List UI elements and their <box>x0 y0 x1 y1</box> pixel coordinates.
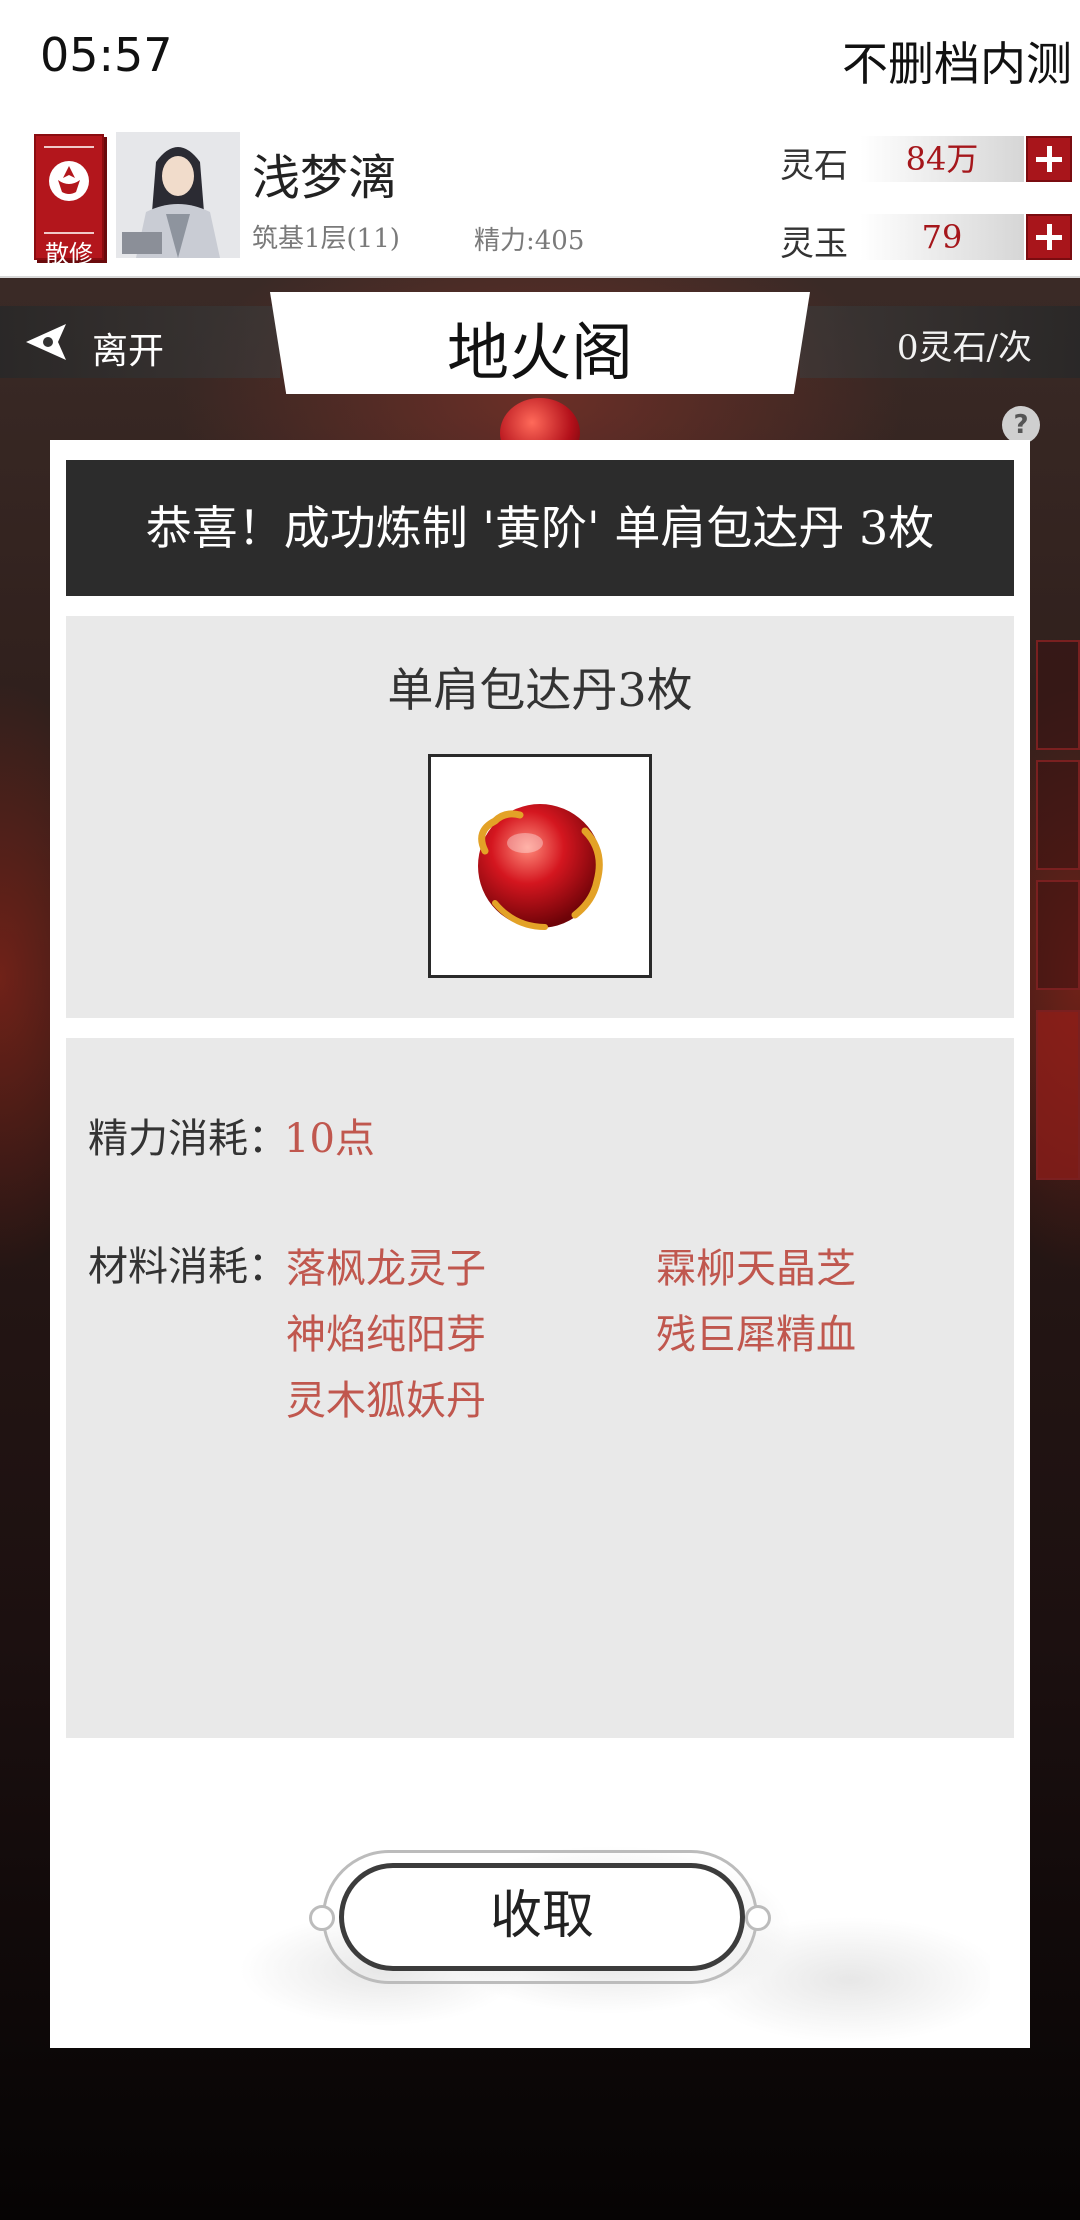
currency-row-spirit-jade: 灵玉 79 <box>780 212 1072 264</box>
success-banner: 恭喜！成功炼制 '黄阶' 单肩包达丹 3枚 <box>66 460 1014 596</box>
add-spirit-jade-button[interactable] <box>1026 214 1072 260</box>
sect-label: 散修 <box>45 240 93 268</box>
avatar[interactable] <box>116 132 240 258</box>
energy-cost-value: 10点 <box>284 1116 375 1162</box>
refine-cost-label: 0灵石/次 <box>896 328 1032 368</box>
title-plate: 地火阁 <box>270 292 810 394</box>
status-time: 05:57 <box>40 28 173 82</box>
add-spirit-stone-button[interactable] <box>1026 136 1072 182</box>
build-label: 不删档内测 <box>842 37 1072 91</box>
materials-label: 材料消耗： <box>88 1244 288 1290</box>
red-pill-icon <box>478 804 603 930</box>
back-arrow-icon <box>26 324 66 360</box>
material-item: 神焰纯阳芽 <box>286 1312 486 1358</box>
refine-result-dialog: 恭喜！成功炼制 '黄阶' 单肩包达丹 3枚 单肩包达丹3枚 精力消耗： 10点 … <box>50 440 1030 2048</box>
sect-emblem-icon <box>49 161 89 201</box>
sect-badge[interactable]: 散修 <box>34 134 104 268</box>
currency-value: 84万 <box>860 136 1024 182</box>
help-icon[interactable]: ? <box>1002 406 1040 444</box>
result-item-name: 单肩包达丹3枚 <box>387 663 693 717</box>
character-portrait <box>116 132 240 258</box>
player-energy: 精力:405 <box>474 226 585 256</box>
material-item: 灵木狐妖丹 <box>286 1378 486 1424</box>
title-bar: 离开 地火阁 0灵石/次 <box>0 292 1080 394</box>
player-realm: 筑基1层(11) <box>252 224 400 254</box>
leave-button[interactable]: 离开 <box>0 306 280 378</box>
currency-row-spirit-stone: 灵石 84万 <box>780 134 1072 186</box>
leave-label: 离开 <box>92 331 165 372</box>
cost-panel: 精力消耗： 10点 材料消耗： 落枫龙灵子 霖柳天晶芝 神焰纯阳芽 残巨犀精血 … <box>66 1038 1014 1738</box>
player-name: 浅梦漓 <box>252 150 397 206</box>
side-tab[interactable] <box>1036 640 1080 750</box>
material-item: 落枫龙灵子 <box>286 1246 486 1292</box>
material-item: 霖柳天晶芝 <box>656 1246 856 1292</box>
player-header: 散修 浅梦漓 筑基1层(11) 精力:405 灵石 84万 灵玉 79 <box>0 120 1080 278</box>
side-tab[interactable] <box>1036 1010 1080 1180</box>
collect-button-frame: 收取 <box>309 1850 771 1984</box>
collect-button[interactable]: 收取 <box>339 1863 745 1971</box>
page-title: 地火阁 <box>446 316 633 389</box>
material-item: 残巨犀精血 <box>656 1312 856 1358</box>
item-frame[interactable] <box>428 754 652 978</box>
currency-value: 79 <box>860 214 1024 260</box>
energy-cost-label: 精力消耗： <box>88 1116 288 1162</box>
side-tab[interactable] <box>1036 760 1080 870</box>
currency-label: 灵石 <box>780 146 848 186</box>
currency-label: 灵玉 <box>780 224 848 264</box>
side-tab[interactable] <box>1036 880 1080 990</box>
status-bar: 05:57 不删档内测 <box>0 0 1080 120</box>
result-panel: 单肩包达丹3枚 <box>66 616 1014 1018</box>
